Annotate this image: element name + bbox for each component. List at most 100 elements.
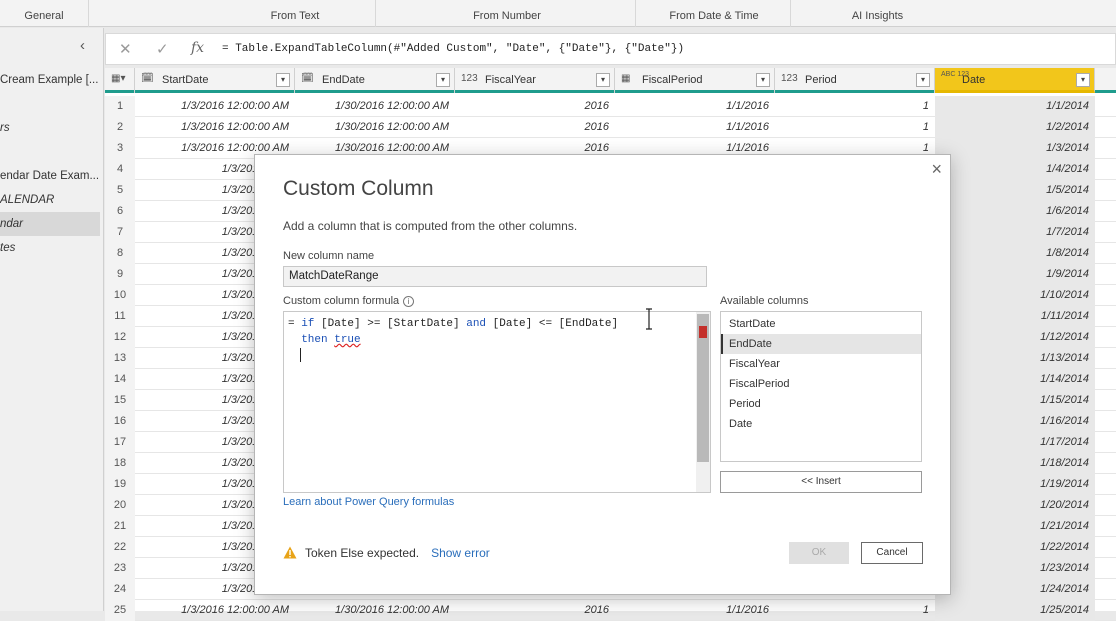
query-item[interactable]: endar Date Exam...: [0, 164, 100, 188]
close-icon[interactable]: ×: [931, 159, 942, 180]
available-column-item[interactable]: FiscalYear: [721, 354, 921, 374]
row-number[interactable]: 4: [105, 159, 135, 180]
available-column-item[interactable]: Period: [721, 394, 921, 414]
row-number[interactable]: 2: [105, 117, 135, 138]
table-cell-fy[interactable]: 2016: [455, 96, 615, 117]
query-item-selected[interactable]: ndar: [0, 212, 100, 236]
available-column-item[interactable]: StartDate: [721, 314, 921, 334]
table-cell-date[interactable]: 1/19/2014: [935, 474, 1095, 495]
table-cell-date[interactable]: 1/8/2014: [935, 243, 1095, 264]
column-header-date[interactable]: ABC 123 Date ▾: [935, 68, 1095, 93]
row-number[interactable]: 23: [105, 558, 135, 579]
table-cell-date[interactable]: 1/18/2014: [935, 453, 1095, 474]
chevron-down-icon[interactable]: ▾: [756, 73, 770, 87]
row-number[interactable]: 9: [105, 264, 135, 285]
new-column-name-input[interactable]: MatchDateRange: [283, 266, 707, 287]
table-cell-date[interactable]: 1/20/2014: [935, 495, 1095, 516]
insert-button[interactable]: << Insert: [720, 471, 922, 493]
table-row[interactable]: 2 1/3/2016 12:00:00 AM 1/30/2016 12:00:00 …: [105, 117, 1116, 138]
table-cell-start[interactable]: 1/3/2016 12:00:00 AM: [135, 96, 295, 117]
table-cell-date[interactable]: 1/12/2014: [935, 327, 1095, 348]
chevron-down-icon[interactable]: ▾: [916, 73, 930, 87]
available-column-item[interactable]: Date: [721, 414, 921, 434]
column-header-period[interactable]: 123 Period ▾: [775, 68, 935, 93]
close-icon[interactable]: ✕: [119, 40, 132, 58]
table-cell-p[interactable]: 1: [775, 96, 935, 117]
formula-text[interactable]: = Table.ExpandTableColumn(#"Added Custom…: [222, 43, 684, 55]
check-icon[interactable]: ✓: [156, 40, 169, 58]
ok-button[interactable]: OK: [789, 542, 849, 564]
table-cell-date[interactable]: 1/21/2014: [935, 516, 1095, 537]
row-number[interactable]: 20: [105, 495, 135, 516]
row-number[interactable]: 14: [105, 369, 135, 390]
show-error-link[interactable]: Show error: [431, 546, 490, 560]
editor-scrollbar[interactable]: [696, 312, 710, 492]
table-cell-date[interactable]: 1/10/2014: [935, 285, 1095, 306]
row-number[interactable]: 6: [105, 201, 135, 222]
chevron-down-icon[interactable]: ▾: [596, 73, 610, 87]
available-column-item-selected[interactable]: EndDate: [721, 334, 921, 354]
row-number[interactable]: 13: [105, 348, 135, 369]
table-cell-fp[interactable]: 1/1/2016: [615, 117, 775, 138]
column-header-enddate[interactable]: 🗓 EndDate ▾: [295, 68, 455, 93]
table-cell-date[interactable]: 1/15/2014: [935, 390, 1095, 411]
table-cell-date[interactable]: 1/22/2014: [935, 537, 1095, 558]
learn-power-query-link[interactable]: Learn about Power Query formulas: [283, 496, 454, 508]
column-header-fiscalyear[interactable]: 123 FiscalYear ▾: [455, 68, 615, 93]
row-number[interactable]: 8: [105, 243, 135, 264]
row-number[interactable]: 12: [105, 327, 135, 348]
available-column-item[interactable]: FiscalPeriod: [721, 374, 921, 394]
row-number[interactable]: 5: [105, 180, 135, 201]
table-cell-p[interactable]: 1: [775, 117, 935, 138]
query-item[interactable]: tes: [0, 236, 100, 260]
row-number[interactable]: 21: [105, 516, 135, 537]
row-number[interactable]: 22: [105, 537, 135, 558]
chevron-down-icon[interactable]: ▾: [276, 73, 290, 87]
table-cell-date[interactable]: 1/6/2014: [935, 201, 1095, 222]
table-cell-date[interactable]: 1/23/2014: [935, 558, 1095, 579]
table-cell-fy[interactable]: 2016: [455, 117, 615, 138]
table-menu-icon[interactable]: ▦▾: [105, 68, 135, 93]
query-item[interactable]: rs: [0, 116, 100, 140]
row-number[interactable]: 10: [105, 285, 135, 306]
row-number[interactable]: 17: [105, 432, 135, 453]
table-row[interactable]: 1 1/3/2016 12:00:00 AM 1/30/2016 12:00:00 …: [105, 96, 1116, 117]
row-number[interactable]: 1: [105, 96, 135, 117]
table-cell-date[interactable]: 1/4/2014: [935, 159, 1095, 180]
table-cell-fp[interactable]: 1/1/2016: [615, 96, 775, 117]
table-cell-date[interactable]: 1/13/2014: [935, 348, 1095, 369]
column-header-fiscalperiod[interactable]: ▦ FiscalPeriod ▾: [615, 68, 775, 93]
row-number[interactable]: 15: [105, 390, 135, 411]
table-cell-date[interactable]: 1/16/2014: [935, 411, 1095, 432]
table-cell-date[interactable]: 1/9/2014: [935, 264, 1095, 285]
chevron-down-icon[interactable]: ▾: [436, 73, 450, 87]
table-cell-date[interactable]: 1/5/2014: [935, 180, 1095, 201]
fx-icon[interactable]: fx: [191, 40, 204, 56]
row-number[interactable]: 7: [105, 222, 135, 243]
table-cell-date[interactable]: 1/2/2014: [935, 117, 1095, 138]
collapse-pane-icon[interactable]: ‹: [80, 37, 85, 54]
row-number[interactable]: 24: [105, 579, 135, 600]
column-header-startdate[interactable]: 🗓 StartDate ▾: [135, 68, 295, 93]
table-cell-start[interactable]: 1/3/2016 12:00:00 AM: [135, 117, 295, 138]
table-cell-date[interactable]: 1/3/2014: [935, 138, 1095, 159]
table-cell-end[interactable]: 1/30/2016 12:00:00 AM: [295, 117, 455, 138]
table-cell-date[interactable]: 1/17/2014: [935, 432, 1095, 453]
formula-editor[interactable]: = if [Date] >= [StartDate] and [Date] <=…: [283, 311, 711, 493]
table-cell-end[interactable]: 1/30/2016 12:00:00 AM: [295, 96, 455, 117]
table-cell-date[interactable]: 1/1/2014: [935, 96, 1095, 117]
row-number[interactable]: 18: [105, 453, 135, 474]
table-cell-date[interactable]: 1/14/2014: [935, 369, 1095, 390]
table-cell-date[interactable]: 1/24/2014: [935, 579, 1095, 600]
chevron-down-icon[interactable]: ▾: [1076, 73, 1090, 87]
info-icon[interactable]: i: [403, 296, 415, 307]
table-cell-date[interactable]: 1/7/2014: [935, 222, 1095, 243]
table-cell-date[interactable]: 1/11/2014: [935, 306, 1095, 327]
row-number[interactable]: 3: [105, 138, 135, 159]
row-number[interactable]: 11: [105, 306, 135, 327]
query-item[interactable]: ALENDAR: [0, 188, 100, 212]
row-number[interactable]: 19: [105, 474, 135, 495]
cancel-button[interactable]: Cancel: [861, 542, 923, 564]
row-number[interactable]: 16: [105, 411, 135, 432]
query-item[interactable]: Cream Example [...: [0, 68, 100, 92]
